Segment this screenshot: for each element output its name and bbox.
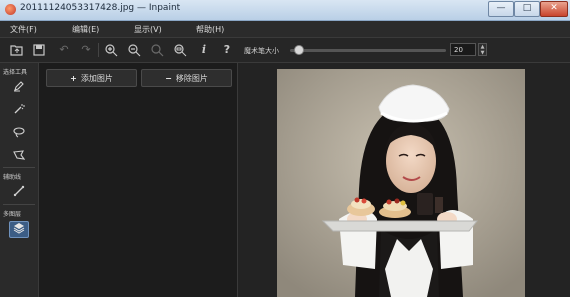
- add-image-label: 添加图片: [80, 74, 113, 83]
- polygon-lasso-icon[interactable]: [9, 149, 29, 166]
- menu-help[interactable]: 帮助(H): [196, 24, 224, 35]
- maximize-button[interactable]: □: [514, 1, 540, 17]
- canvas-area[interactable]: [238, 63, 570, 297]
- brush-size-slider[interactable]: [290, 45, 446, 55]
- line-icon[interactable]: [9, 185, 29, 202]
- minimize-button[interactable]: —: [488, 1, 514, 17]
- zoom-fit-icon[interactable]: [173, 43, 187, 57]
- image-list-panel: + 添加图片 − 移除图片: [39, 63, 269, 297]
- layers-icon[interactable]: [9, 221, 29, 238]
- toolbar: ↶ ↷ i ? 魔术笔大小 20 ▲ ▼: [0, 38, 570, 63]
- line-tool-label: 辅助线: [3, 174, 22, 181]
- undo-icon[interactable]: ↶: [57, 43, 71, 57]
- zoom-actual-icon[interactable]: [150, 43, 164, 57]
- menu-bar: 文件(F) 编辑(E) 显示(V) 帮助(H): [0, 21, 570, 38]
- zoom-out-icon[interactable]: [127, 43, 141, 57]
- title-bar: 20111124053317428.jpg — Inpaint — □ ✕: [0, 0, 570, 21]
- app-logo-icon: [5, 4, 16, 15]
- marker-icon[interactable]: [9, 80, 29, 97]
- redo-icon[interactable]: ↷: [79, 43, 93, 57]
- brush-size-input[interactable]: 20: [450, 43, 476, 56]
- window-title: 20111124053317428.jpg — Inpaint: [20, 3, 181, 13]
- photo-image: [277, 69, 525, 297]
- minus-icon: −: [165, 74, 172, 83]
- multi-layer-label: 多图层: [3, 211, 22, 218]
- menu-view[interactable]: 显示(V): [134, 24, 162, 35]
- plus-icon: +: [70, 74, 77, 83]
- help-icon[interactable]: ?: [220, 43, 234, 57]
- info-icon[interactable]: i: [197, 43, 211, 57]
- brush-size-slider-handle[interactable]: [294, 45, 305, 55]
- panel-divider: [3, 204, 35, 205]
- save-icon[interactable]: [32, 43, 46, 57]
- selection-tools-label: 选择工具: [3, 69, 28, 76]
- brush-size-label: 魔术笔大小: [244, 47, 279, 55]
- remove-image-button[interactable]: − 移除图片: [141, 69, 232, 87]
- close-button[interactable]: ✕: [540, 1, 568, 17]
- lasso-icon[interactable]: [9, 126, 29, 143]
- panel-divider: [3, 167, 35, 168]
- stepper-down-icon[interactable]: ▼: [479, 50, 486, 56]
- zoom-in-icon[interactable]: [104, 43, 118, 57]
- remove-image-label: 移除图片: [175, 74, 208, 83]
- menu-edit[interactable]: 编辑(E): [72, 24, 99, 35]
- magic-wand-icon[interactable]: [9, 103, 29, 120]
- brush-size-stepper[interactable]: ▲ ▼: [478, 43, 487, 56]
- toolbar-divider: [98, 43, 99, 57]
- add-image-button[interactable]: + 添加图片: [46, 69, 137, 87]
- photo-canvas[interactable]: [277, 69, 525, 297]
- folder-open-icon[interactable]: [10, 43, 24, 57]
- tool-panel: 选择工具 辅助线 多图层: [0, 63, 39, 297]
- menu-file[interactable]: 文件(F): [10, 24, 37, 35]
